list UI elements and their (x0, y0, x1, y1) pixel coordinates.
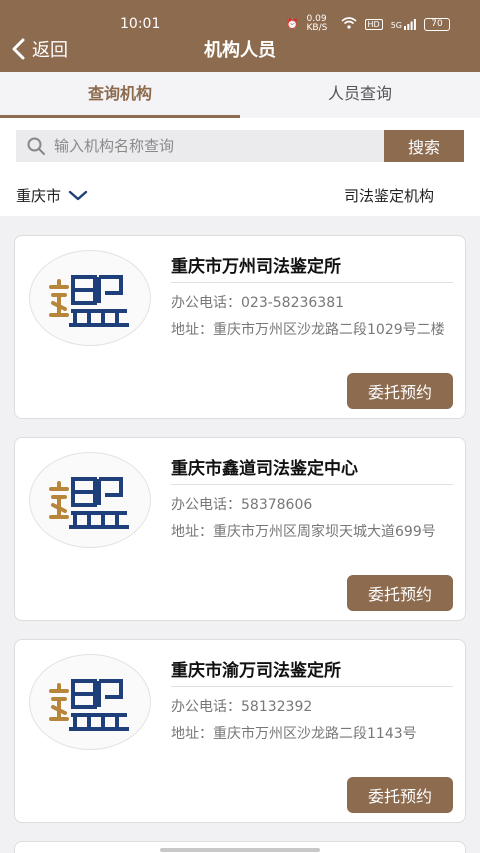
institution-name: 重庆市渝万司法鉴定所 (171, 661, 341, 681)
seal-logo-icon (49, 679, 129, 731)
wifi-icon (340, 16, 357, 32)
institution-phone: 办公电话：023-58236381 (171, 292, 344, 312)
address-value: 重庆市万州区沙龙路二段1029号二楼 (213, 322, 445, 338)
institution-logo (29, 452, 151, 548)
address-label: 地址： (171, 524, 213, 540)
page-title: 机构人员 (204, 40, 276, 61)
institution-address: 地址：重庆市万州区沙龙路二段1029号二楼 (171, 320, 455, 340)
seal-logo-icon (49, 477, 129, 529)
book-appointment-button[interactable]: 委托预约 (347, 575, 453, 611)
institution-name: 重庆市万州司法鉴定所 (171, 257, 341, 277)
filter-row: 重庆市 司法鉴定机构 (0, 176, 480, 216)
category-selector[interactable]: 司法鉴定机构 (344, 185, 434, 206)
address-value: 重庆市万州区周家坝天城大道699号 (213, 524, 436, 540)
home-indicator[interactable] (160, 848, 320, 852)
alarm-icon: ⏰ (286, 18, 299, 30)
institution-logo (29, 654, 151, 750)
institution-phone: 办公电话：58132392 (171, 696, 312, 716)
tab-query-personnel[interactable]: 人员查询 (240, 72, 480, 118)
seal-logo-icon (49, 275, 129, 327)
search-icon (27, 137, 45, 155)
search-input[interactable] (54, 137, 374, 155)
institution-address: 地址：重庆市万州区周家坝天城大道699号 (171, 522, 455, 542)
divider (171, 484, 453, 485)
institution-phone: 办公电话：58378606 (171, 494, 312, 514)
divider (171, 282, 453, 283)
institution-name: 重庆市鑫道司法鉴定中心 (171, 459, 358, 479)
chevron-down-icon (68, 190, 88, 200)
book-appointment-button[interactable]: 委托预约 (347, 777, 453, 813)
phone-label: 办公电话： (171, 699, 241, 715)
top-bar: 10:01 ⏰ 0.09 KB/S HD 5G 70 返回 机构人员 (0, 0, 480, 72)
phone-label: 办公电话： (171, 295, 241, 311)
book-appointment-button[interactable]: 委托预约 (347, 373, 453, 409)
institution-card[interactable]: 重庆市鑫道司法鉴定中心 办公电话：58378606 地址：重庆市万州区周家坝天城… (14, 437, 466, 621)
phone-value: 58132392 (241, 699, 313, 715)
hd-badge: HD (364, 18, 383, 30)
institution-card[interactable]: 重庆市万州司法鉴定所 办公电话：023-58236381 地址：重庆市万州区沙龙… (14, 235, 466, 419)
institution-address: 地址：重庆市万州区沙龙路二段1143号 (171, 724, 455, 744)
city-label: 重庆市 (16, 187, 62, 205)
address-label: 地址： (171, 726, 213, 742)
institution-card[interactable]: 重庆市渝万司法鉴定所 办公电话：58132392 地址：重庆市万州区沙龙路二段1… (14, 639, 466, 823)
battery-icon: 70 (424, 17, 450, 31)
tab-bar: 查询机构 人员查询 (0, 72, 480, 118)
phone-value: 023-58236381 (241, 295, 345, 311)
address-label: 地址： (171, 322, 213, 338)
tab-query-institution[interactable]: 查询机构 (0, 72, 240, 118)
address-value: 重庆市万州区沙龙路二段1143号 (213, 726, 417, 742)
divider (171, 686, 453, 687)
signal-icon: 5G (390, 18, 416, 30)
phone-value: 58378606 (241, 497, 313, 513)
search-button[interactable]: 搜索 (384, 130, 464, 162)
status-time: 10:01 (120, 16, 161, 32)
institution-logo (29, 250, 151, 346)
phone-label: 办公电话： (171, 497, 241, 513)
status-icons: ⏰ 0.09 KB/S HD 5G 70 (286, 15, 450, 33)
search-row: 搜索 (0, 118, 480, 176)
net-speed: 0.09 KB/S (306, 14, 328, 33)
city-selector[interactable]: 重庆市 (16, 185, 89, 206)
search-box (16, 130, 384, 162)
signal-label: 5G (390, 20, 402, 30)
